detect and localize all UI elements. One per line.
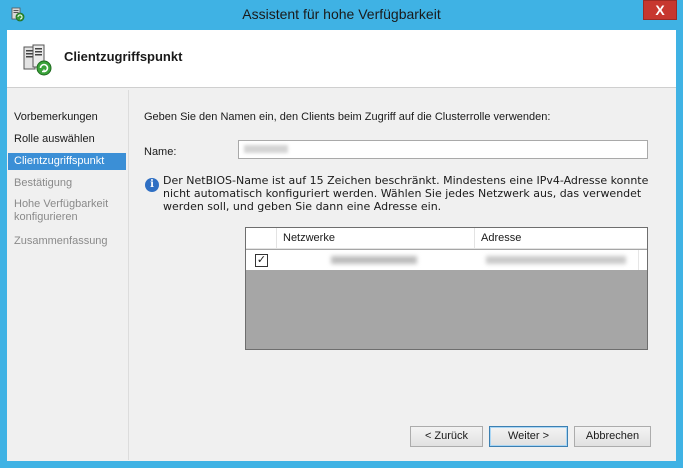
table-row[interactable]: ✓ [246,250,647,270]
info-icon: i [145,178,159,192]
next-button[interactable]: Weiter > [489,426,568,447]
title-bar: Assistent für hohe Verfügbarkeit X [0,0,683,30]
step-bestaetigung: Bestätigung [14,177,73,189]
step-rolle-auswaehlen[interactable]: Rolle auswählen [8,131,126,148]
address-value-redacted[interactable] [486,256,626,264]
close-button[interactable]: X [643,0,677,20]
column-header-address[interactable]: Adresse [475,228,647,249]
cancel-button[interactable]: Abbrechen [574,426,651,447]
step-zusammenfassung: Zusammenfassung [14,235,108,247]
step-clientzugriffspunkt[interactable]: Clientzugriffspunkt [8,153,126,170]
cluster-server-icon [23,44,52,76]
back-button[interactable]: < Zurück [410,426,483,447]
intro-text: Geben Sie den Namen ein, den Clients bei… [144,111,551,123]
name-label: Name: [144,146,177,158]
network-name-redacted [331,256,417,264]
window-title: Assistent für hohe Verfügbarkeit [242,6,441,22]
sidebar-divider [128,90,129,460]
name-input[interactable] [238,140,648,159]
wizard-steps-sidebar: Vorbemerkungen Rolle auswählen Clientzug… [7,89,129,461]
step-hohe-verfuegbarkeit-konfigurieren: Hohe Verfügbarkeit konfigurieren [14,198,109,223]
name-value-redacted [244,145,288,153]
page-title: Clientzugriffspunkt [64,49,183,64]
info-text: Der NetBIOS-Name ist auf 15 Zeichen besc… [163,174,649,213]
row-edge [638,250,646,270]
checkbox-column-header [246,228,277,249]
wizard-content: Geben Sie den Namen ein, den Clients bei… [130,89,676,461]
network-table-header: Netzwerke Adresse [246,228,647,249]
column-header-networks[interactable]: Netzwerke [277,228,475,249]
step-vorbemerkungen[interactable]: Vorbemerkungen [8,109,126,126]
wizard-window: Assistent für hohe Verfügbarkeit X Clien… [0,0,683,468]
wizard-client-area: Clientzugriffspunkt Vorbemerkungen Rolle… [7,30,676,461]
network-table: Netzwerke Adresse ✓ [245,227,648,350]
wizard-header: Clientzugriffspunkt [7,30,676,88]
network-checkbox[interactable]: ✓ [255,254,268,267]
